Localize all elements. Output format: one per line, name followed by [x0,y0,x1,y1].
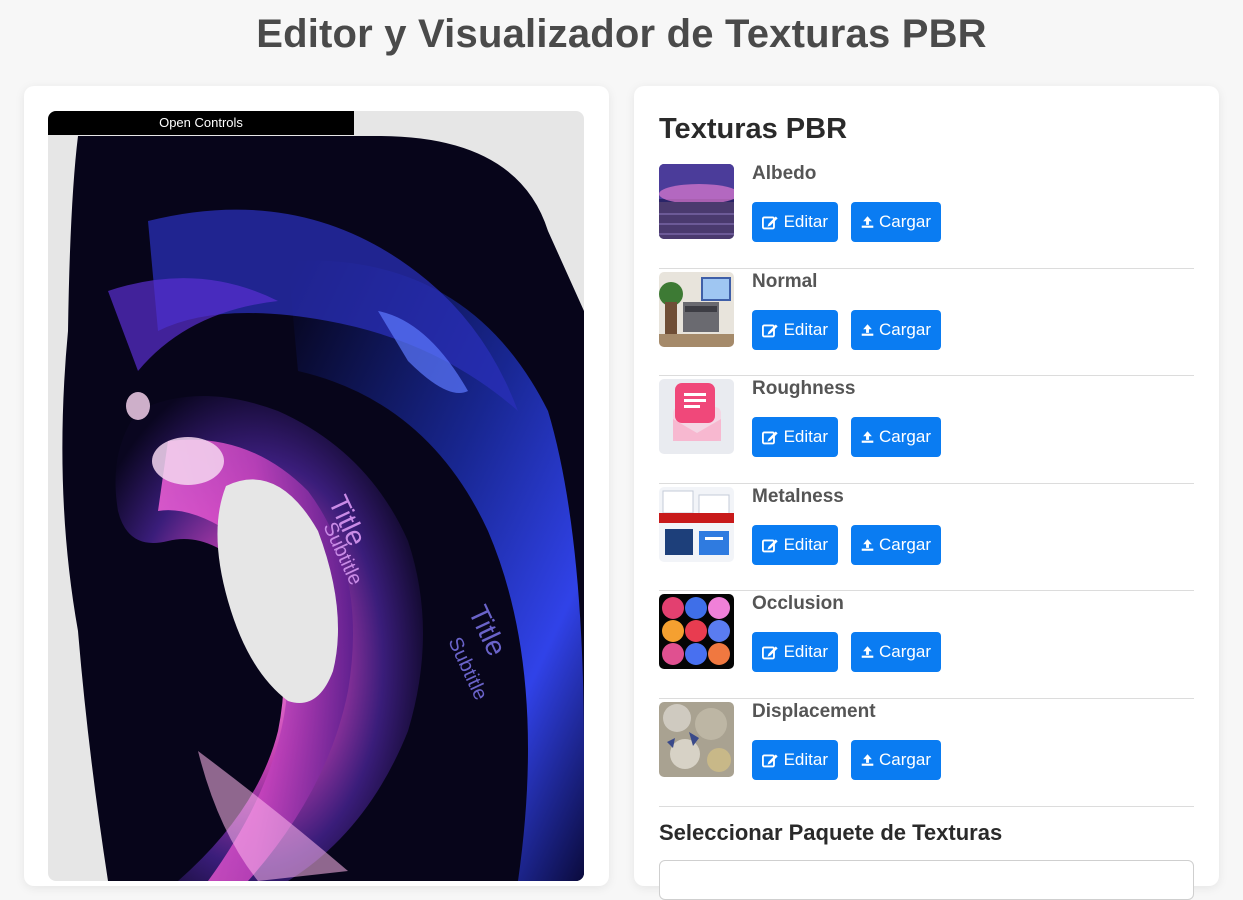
upload-icon [861,216,874,228]
texture-name: Occlusion [752,593,844,615]
texture-name: Metalness [752,485,844,507]
metalness-thumbnail [659,486,734,562]
texture-name: Roughness [752,378,856,400]
load-label: Cargar [879,749,931,769]
edit-label: Editar [783,642,828,662]
upload-icon [861,323,874,336]
upload-icon [861,431,874,443]
upload-icon [861,754,874,766]
edit-icon [762,539,778,553]
texture-row-occlusion: Occlusion Editar Cargar [659,591,1194,699]
roughness-thumbnail [659,379,734,455]
normal-thumbnail [659,271,734,347]
texture-row-metalness: Metalness Editar Cargar [659,484,1194,592]
texture-name: Albedo [752,163,817,184]
occlusion-load-button[interactable]: Cargar [851,632,941,673]
texture-row-roughness: Roughness Editar Cargar [659,376,1194,484]
load-label: Cargar [879,212,931,231]
albedo-load-button[interactable]: Cargar [851,202,941,242]
edit-icon [762,216,778,230]
displacement-load-button[interactable]: Cargar [851,739,941,780]
texture-row-displacement: Displacement Editar Cargar [659,699,1194,807]
edit-icon [762,754,778,768]
texture-name: Displacement [752,700,876,722]
texture-row-albedo: Albedo Editar Cargar [659,161,1194,269]
edit-label: Editar [783,427,828,447]
occlusion-thumbnail [659,594,734,670]
edit-icon [762,324,778,337]
metalness-edit-button[interactable]: Editar [752,524,838,565]
texture-pack-heading: Seleccionar Paquete de Texturas [659,820,1003,845]
viewer-card: Open Controls Title Subtitle Title Subti… [24,86,609,886]
displacement-thumbnail [659,701,734,777]
edit-label: Editar [783,319,828,339]
textures-card: Texturas PBR Albedo Editar Cargar Normal… [634,86,1219,900]
torus-render: Title Subtitle Title Subtitle [62,136,584,881]
texture-pack-select[interactable] [659,860,1194,900]
occlusion-edit-button[interactable]: Editar [752,632,838,673]
edit-icon [762,431,778,445]
edit-label: Editar [783,534,828,554]
load-label: Cargar [879,319,931,339]
albedo-thumbnail [659,164,734,239]
load-label: Cargar [879,642,931,662]
upload-icon [861,646,874,659]
edit-label: Editar [783,749,828,769]
3d-viewport[interactable]: Open Controls Title Subtitle Title Subti… [48,111,584,881]
load-label: Cargar [879,427,931,447]
page-title: Editor y Visualizador de Texturas PBR [256,12,987,56]
albedo-edit-button[interactable]: Editar [752,202,838,242]
load-label: Cargar [879,534,931,554]
roughness-load-button[interactable]: Cargar [851,417,941,458]
texture-list: Albedo Editar Cargar Normal Editar Carga… [659,161,1194,807]
displacement-edit-button[interactable]: Editar [752,739,838,780]
open-controls-button[interactable]: Open Controls [48,111,354,135]
texture-name: Normal [752,270,818,292]
normal-load-button[interactable]: Cargar [851,309,941,350]
normal-edit-button[interactable]: Editar [752,309,838,350]
edit-icon [762,646,778,660]
texture-row-normal: Normal Editar Cargar [659,269,1194,377]
roughness-edit-button[interactable]: Editar [752,417,838,458]
upload-icon [861,538,874,551]
textures-heading: Texturas PBR [659,113,848,145]
edit-label: Editar [783,212,828,231]
metalness-load-button[interactable]: Cargar [851,524,941,565]
